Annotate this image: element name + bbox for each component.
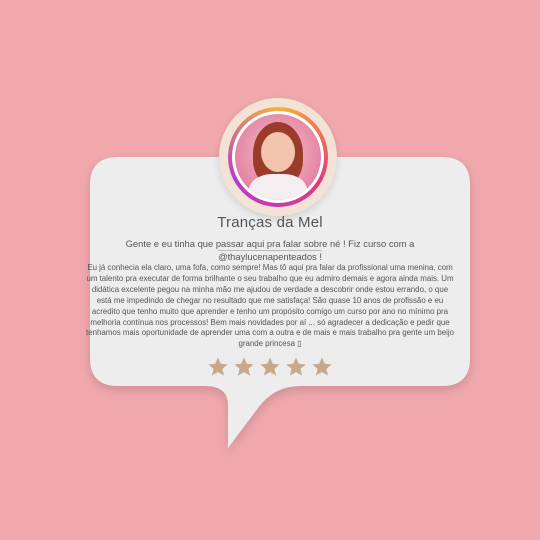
avatar-story-ring bbox=[228, 107, 328, 207]
star-icon bbox=[312, 357, 332, 376]
star-icon bbox=[286, 357, 306, 376]
review-card: Tranças da Mel Gente e eu tinha que pass… bbox=[0, 0, 540, 540]
star-icon bbox=[234, 357, 254, 376]
star-icon bbox=[260, 357, 280, 376]
intro-text: Gente e eu tinha que passar aqui pra fal… bbox=[125, 238, 415, 249]
reviewer-name: Tranças da Mel bbox=[217, 214, 323, 231]
avatar[interactable] bbox=[219, 98, 337, 216]
profile-photo bbox=[235, 114, 321, 200]
mention-link[interactable]: @thaylucenapenteados ! bbox=[218, 250, 322, 263]
review-body: Eu já conhecia ela claro, uma fofa, como… bbox=[86, 263, 454, 350]
review-body-text: Eu já conhecia ela claro, uma fofa, como… bbox=[86, 263, 455, 349]
review-intro: Gente e eu tinha que passar aqui pra fal… bbox=[110, 238, 430, 263]
unknown-glyph: ▯ bbox=[297, 339, 302, 349]
star-rating bbox=[0, 356, 540, 378]
star-icon bbox=[208, 357, 228, 376]
